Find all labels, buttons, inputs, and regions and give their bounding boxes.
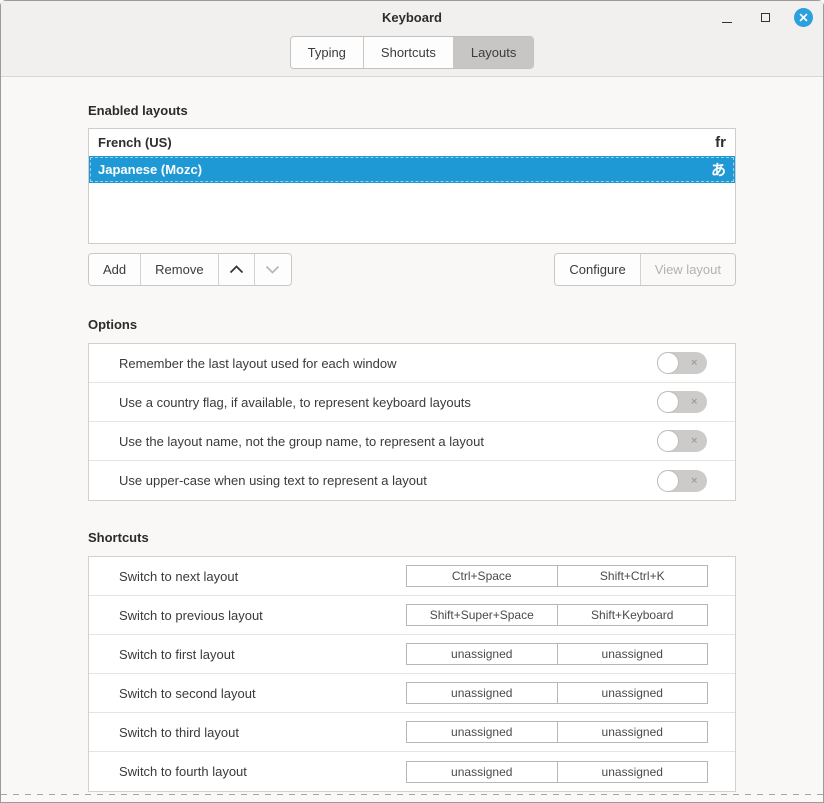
move-up-button[interactable] [219,254,255,285]
maximize-icon [761,13,770,22]
keyboard-settings-window: { "window": { "title": "Keyboard" }, "ta… [0,0,824,803]
close-icon [794,8,813,27]
toggle-off-icon: ✕ [690,398,698,407]
layout-indicator: あ [711,159,726,180]
keybinding-button-primary[interactable]: Shift+Super+Space [407,605,558,625]
layout-list-item[interactable]: French (US) fr [89,129,735,156]
shortcut-label: Switch to second layout [119,686,406,701]
keybinding-group: Ctrl+Space Shift+Ctrl+K [406,565,708,587]
keybinding-button-primary[interactable]: unassigned [407,644,558,664]
tab[interactable]: Shortcuts [364,37,454,68]
shortcut-row: Switch to first layout unassigned unassi… [89,635,735,674]
layout-indicator: fr [715,134,726,151]
toggle-switch-off[interactable]: ✕ [657,352,707,374]
layout-name: Japanese (Mozc) [98,162,711,177]
titlebar[interactable]: Keyboard [1,1,823,33]
overscroll-dashed-line [1,794,823,795]
keybinding-button-secondary[interactable]: unassigned [558,644,708,664]
tab[interactable]: Typing [291,37,364,68]
keybinding-button-secondary[interactable]: Shift+Keyboard [558,605,708,625]
keybinding-button-secondary[interactable]: unassigned [558,762,708,782]
toggle-knob [657,391,679,413]
option-label: Use the layout name, not the group name,… [119,434,657,449]
toggle-off-icon: ✕ [690,476,698,485]
window-header: Keyboard Typing Shortcuts Layouts [1,1,823,77]
window-controls [715,1,815,33]
chevron-up-icon [229,265,244,274]
shortcut-row: Switch to next layout Ctrl+Space Shift+C… [89,557,735,596]
option-label: Use a country flag, if available, to rep… [119,395,657,410]
move-down-button[interactable] [255,254,291,285]
layouts-page: Enabled layouts French (US) fr Japanese … [1,103,823,792]
maximize-button[interactable] [753,5,777,29]
toggle-switch-off[interactable]: ✕ [657,430,707,452]
keybinding-button-primary[interactable]: unassigned [407,762,558,782]
keybinding-button-primary[interactable]: Ctrl+Space [407,566,558,586]
tab-group: Typing Shortcuts Layouts [290,36,535,69]
keybinding-group: unassigned unassigned [406,721,708,743]
toggle-off-icon: ✕ [690,359,698,368]
layout-actions-row: Add Remove Configure View layout [88,253,736,286]
keybinding-button-secondary[interactable]: unassigned [558,722,708,742]
option-label: Remember the last layout used for each w… [119,356,657,371]
add-layout-button[interactable]: Add [89,254,141,285]
keybinding-button-secondary[interactable]: unassigned [558,683,708,703]
toggle-knob [657,470,679,492]
shortcut-label: Switch to previous layout [119,608,406,623]
minimize-button[interactable] [715,5,739,29]
shortcuts-panel: Switch to next layout Ctrl+Space Shift+C… [88,556,736,792]
toggle-switch-off[interactable]: ✕ [657,470,707,492]
toggle-knob [657,430,679,452]
toggle-switch-off[interactable]: ✕ [657,391,707,413]
shortcut-label: Switch to first layout [119,647,406,662]
layout-config-button-group: Configure View layout [554,253,736,286]
shortcut-label: Switch to fourth layout [119,764,406,779]
keybinding-group: unassigned unassigned [406,643,708,665]
keybinding-group: unassigned unassigned [406,682,708,704]
options-panel: Remember the last layout used for each w… [88,343,736,501]
keybinding-button-secondary[interactable]: Shift+Ctrl+K [558,566,708,586]
option-row: Use the layout name, not the group name,… [89,422,735,461]
keybinding-button-primary[interactable]: unassigned [407,683,558,703]
layout-name: French (US) [98,135,715,150]
shortcut-row: Switch to fourth layout unassigned unass… [89,752,735,791]
option-row: Use a country flag, if available, to rep… [89,383,735,422]
enabled-layouts-list[interactable]: French (US) fr Japanese (Mozc) あ [88,128,736,244]
view-layout-button[interactable]: View layout [641,254,735,285]
minimize-icon [722,22,732,23]
remove-layout-button[interactable]: Remove [141,254,218,285]
shortcut-label: Switch to third layout [119,725,406,740]
shortcut-row: Switch to third layout unassigned unassi… [89,713,735,752]
keybinding-button-primary[interactable]: unassigned [407,722,558,742]
enabled-layouts-title: Enabled layouts [88,103,736,119]
tab[interactable]: Layouts [454,37,534,68]
shortcut-row: Switch to previous layout Shift+Super+Sp… [89,596,735,635]
toggle-off-icon: ✕ [690,437,698,446]
configure-button[interactable]: Configure [555,254,640,285]
options-title: Options [88,317,736,333]
layout-edit-button-group: Add Remove [88,253,292,286]
option-label: Use upper-case when using text to repres… [119,473,657,488]
window-title: Keyboard [382,10,442,25]
toggle-knob [657,352,679,374]
option-row: Remember the last layout used for each w… [89,344,735,383]
tab-bar: Typing Shortcuts Layouts [1,33,823,77]
shortcuts-title: Shortcuts [88,530,736,546]
close-button[interactable] [791,5,815,29]
layout-list-item[interactable]: Japanese (Mozc) あ [89,156,735,183]
option-row: Use upper-case when using text to repres… [89,461,735,500]
keybinding-group: unassigned unassigned [406,761,708,783]
chevron-down-icon [265,265,280,274]
keybinding-group: Shift+Super+Space Shift+Keyboard [406,604,708,626]
shortcut-row: Switch to second layout unassigned unass… [89,674,735,713]
shortcut-label: Switch to next layout [119,569,406,584]
